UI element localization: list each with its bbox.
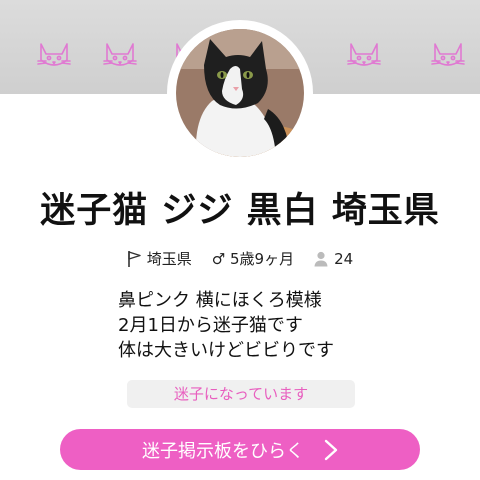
page-title: 迷子猫 ジジ 黒白 埼玉県	[40, 191, 440, 231]
meta-row: 埼玉県 ♂ 5歳9ヶ月 24	[0, 248, 480, 269]
profile-page: 迷子猫 ジジ 黒白 埼玉県 埼玉県 ♂ 5歳9ヶ月 24 鼻ピンク 横にほくろ模…	[0, 0, 480, 480]
cat-avatar[interactable]	[176, 29, 304, 157]
status-badge: 迷子になっています	[127, 380, 355, 408]
flag-icon	[127, 250, 141, 268]
open-board-button[interactable]: 迷子掲示板をひらく	[60, 429, 420, 470]
chevron-right-icon	[324, 439, 338, 461]
cat-face-icon	[100, 34, 140, 74]
gender-age-text: ♂ 5歳9ヶ月	[211, 250, 295, 268]
cat-face-icon	[428, 34, 468, 74]
cat-face-icon	[34, 34, 74, 74]
cat-face-icon	[344, 34, 384, 74]
avatar-frame	[167, 20, 313, 166]
person-icon	[314, 251, 328, 267]
location-meta: 埼玉県	[127, 248, 192, 269]
followers-meta: 24	[314, 250, 353, 268]
location-text: 埼玉県	[146, 250, 192, 268]
description-line: 2月1日から迷子猫です	[118, 315, 303, 336]
gender-age-meta: ♂ 5歳9ヶ月	[212, 248, 294, 269]
open-board-button-label: 迷子掲示板をひらく	[142, 440, 304, 462]
description-line: 体は大きいけどビビりです	[118, 340, 334, 361]
followers-count: 24	[334, 249, 354, 268]
description: 鼻ピンク 横にほくろ模様 2月1日から迷子猫です 体は大きいけどビビりです	[118, 288, 438, 363]
description-line: 鼻ピンク 横にほくろ模様	[118, 290, 322, 311]
